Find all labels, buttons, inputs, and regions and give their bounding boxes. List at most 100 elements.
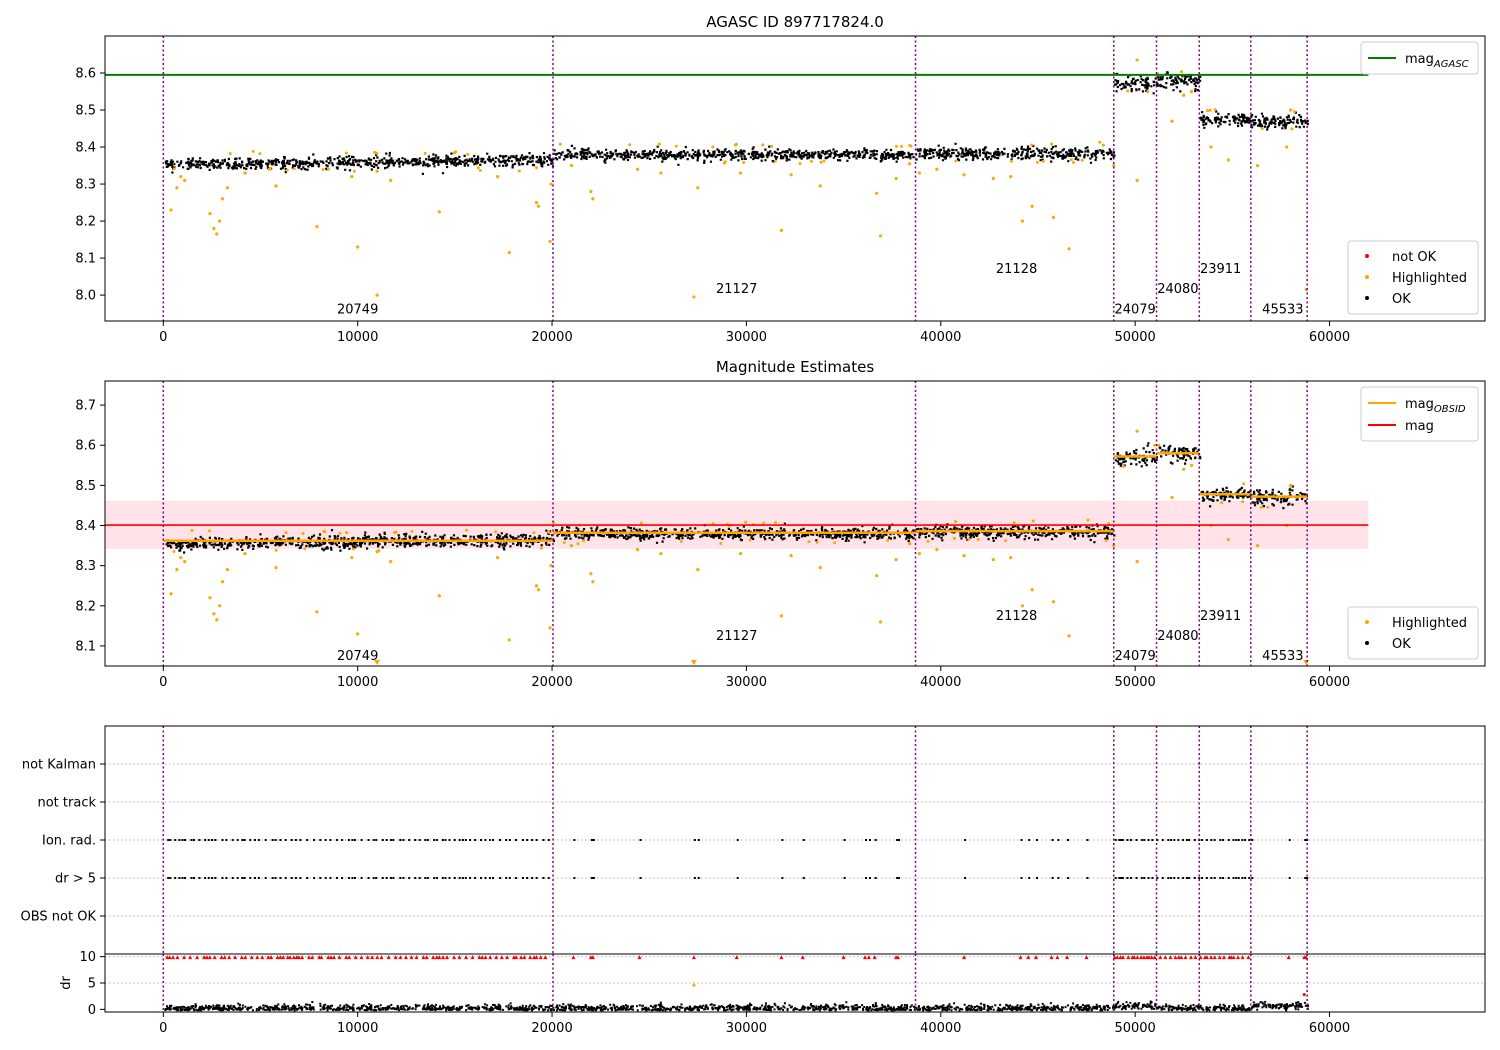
top-legend-marker (1365, 254, 1369, 258)
top-highlighted-point (1135, 178, 1139, 182)
top-ytick-label: 8.3 (75, 178, 96, 193)
middle-xtick-label: 10000 (337, 675, 378, 690)
top-highlighted-point (558, 142, 562, 146)
middle-highlighted-point (908, 541, 912, 546)
top-highlighted-point (1080, 158, 1084, 162)
top-highlighted-point (1041, 159, 1045, 163)
top-highlighted-point (517, 169, 521, 173)
middle-highlighted-point (179, 556, 183, 560)
top-highlighted-point (1170, 119, 1174, 123)
middle-highlighted-point (562, 541, 566, 545)
middle-highlighted-point (274, 566, 278, 570)
top-highlighted-point (536, 204, 541, 208)
dr-xtick-label: 40000 (920, 1021, 961, 1036)
top-xtick-label: 40000 (920, 330, 961, 345)
middle-xtick-label: 60000 (1309, 675, 1350, 690)
middle-highlighted-point (225, 568, 230, 572)
middle-highlighted-point (1240, 500, 1244, 504)
top-highlighted-point (770, 144, 774, 148)
top-highlighted-point (356, 245, 360, 249)
top-highlighted-point (212, 226, 216, 231)
top-highlighted-point (375, 293, 379, 297)
top-highlighted-point (1135, 58, 1139, 62)
top-highlighted-point (875, 191, 879, 195)
middle-highlighted-point (1289, 484, 1293, 488)
top-highlighted-point (569, 163, 574, 168)
top-highlighted-point (352, 169, 356, 173)
middle-obsid-label: 24079 (1114, 649, 1155, 664)
dr-xtick-label: 20000 (531, 1021, 572, 1036)
middle-highlighted-point (169, 592, 173, 596)
middle-highlighted-point (1012, 521, 1016, 525)
middle-highlighted-point (547, 531, 551, 535)
flags-category-label: Ion. rad. (42, 834, 96, 849)
top-highlighted-point (761, 143, 765, 147)
top-highlighted-point (507, 250, 511, 255)
top-highlighted-point (1260, 126, 1264, 130)
middle-highlighted-point (639, 521, 643, 525)
top-highlighted-point (1069, 158, 1073, 162)
middle-highlighted-point (345, 531, 349, 535)
top-highlighted-point (1285, 145, 1289, 149)
top-ytick-label: 8.6 (75, 67, 96, 82)
top-highlighted-point (220, 197, 225, 201)
top-highlighted-point (1020, 219, 1025, 223)
top-obsid-label: 21128 (996, 262, 1037, 277)
middle-highlighted-point (582, 539, 586, 543)
top-highlighted-point (375, 151, 379, 155)
middle-xtick-label: 20000 (531, 675, 572, 690)
middle-highlighted-point (748, 538, 752, 542)
top-legend-marker (1365, 296, 1369, 300)
middle-highlighted-point (789, 554, 793, 558)
middle-highlighted-point (532, 531, 536, 535)
middle-highlighted-point (1220, 501, 1224, 505)
top-highlighted-point (1009, 175, 1013, 179)
middle-obsid-label: 45533 (1262, 649, 1303, 664)
top-highlighted-point (1146, 90, 1150, 94)
top-highlighted-point (215, 232, 219, 236)
top-highlighted-point (1213, 108, 1217, 112)
middle-highlighted-point (549, 564, 553, 568)
middle-highlighted-point (322, 529, 326, 533)
top-highlighted-point (535, 166, 539, 170)
top-highlighted-point (1030, 143, 1034, 147)
dr-not-ok-point (1302, 993, 1306, 997)
top-highlighted-point (1255, 163, 1260, 168)
middle-highlighted-point (774, 521, 778, 525)
middle-highlighted-point (534, 584, 539, 588)
top-highlighted-point (389, 178, 393, 182)
top-xtick-label: 30000 (726, 330, 767, 345)
middle-obsid-label: 20749 (337, 649, 378, 664)
top-highlighted-point (437, 210, 441, 214)
middle-highlighted-point (1030, 588, 1034, 592)
top-highlighted-point (1010, 159, 1014, 163)
dr-ylabel: dr (59, 976, 74, 990)
middle-ytick-label: 8.4 (75, 519, 96, 534)
middle-highlighted-point (548, 626, 552, 630)
middle-highlighted-point (576, 542, 580, 546)
middle-highlighted-point (878, 620, 883, 624)
dr-xtick-label: 60000 (1309, 1021, 1350, 1036)
middle-ytick-label: 8.2 (75, 599, 96, 614)
middle-highlighted-point (967, 537, 971, 541)
top-highlighted-point (169, 208, 173, 212)
middle-highlighted-point (1009, 556, 1013, 560)
top-highlighted-point (818, 184, 822, 188)
middle-highlighted-point (894, 558, 898, 562)
top-highlighted-point (452, 151, 456, 155)
top-highlighted-point (878, 234, 883, 238)
dr-ytick-label: 5 (88, 977, 96, 992)
middle-highlighted-point (1104, 538, 1108, 542)
middle-highlighted-point (779, 614, 783, 618)
top-highlighted-point (285, 168, 289, 172)
middle-highlighted-point (696, 568, 700, 572)
middle-highlighted-point (976, 538, 980, 542)
top-highlighted-point (225, 186, 230, 190)
middle-obsid-label: 23911 (1200, 609, 1241, 624)
top-highlighted-point (326, 167, 330, 171)
top-highlighted-point (822, 159, 826, 163)
middle-highlighted-point (1031, 519, 1035, 523)
top-highlighted-point (476, 166, 480, 170)
top-highlighted-point (1071, 161, 1075, 165)
top-obsid-label: 24079 (1114, 303, 1155, 318)
